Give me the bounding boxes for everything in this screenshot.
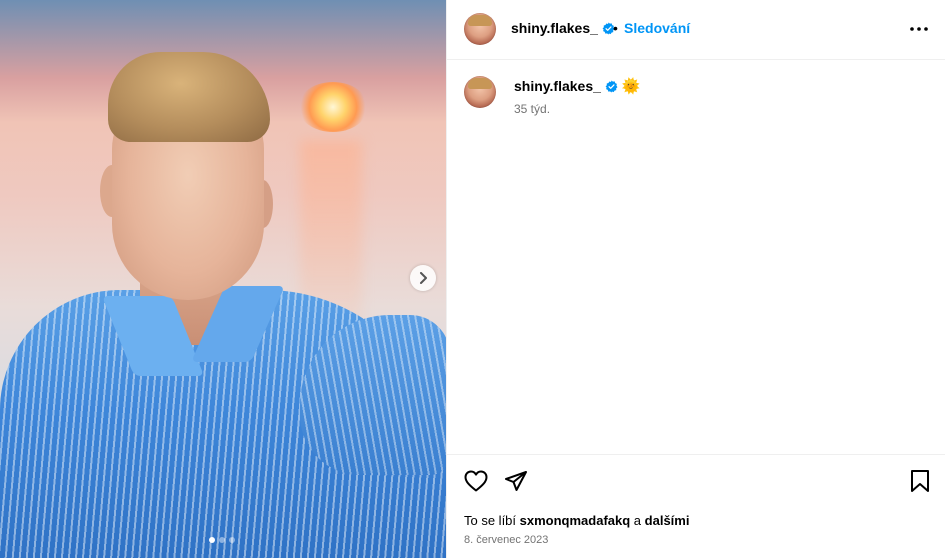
caption-line: shiny.flakes_ 🌞: [514, 78, 641, 94]
caption-time[interactable]: 35 týd.: [514, 102, 550, 116]
caption-username[interactable]: shiny.flakes_: [514, 78, 601, 94]
more-horizontal-icon: [910, 27, 928, 31]
save-button[interactable]: [908, 468, 932, 494]
post-viewer: shiny.flakes_ • Sledování shiny.flakes_: [0, 0, 945, 558]
heart-icon: [464, 470, 488, 492]
header-separator: •: [613, 20, 618, 36]
carousel-dot-2: [219, 537, 225, 543]
carousel-dot-3: [229, 537, 235, 543]
caption-avatar[interactable]: [464, 76, 496, 108]
likes-others-link[interactable]: dalšími: [645, 513, 690, 528]
paper-plane-icon: [505, 471, 527, 491]
follow-button[interactable]: Sledování: [624, 20, 690, 36]
sun-emoji-icon: 🌞: [621, 77, 641, 95]
header-username[interactable]: shiny.flakes_: [511, 20, 615, 36]
post-footer: To se líbí sxmonqmadafakq a dalšími 8. č…: [447, 454, 945, 559]
post-header: shiny.flakes_ • Sledování: [447, 0, 945, 60]
verified-badge-icon: [605, 80, 618, 92]
share-button[interactable]: [503, 468, 529, 494]
post-side-panel: shiny.flakes_ • Sledování shiny.flakes_: [446, 0, 945, 558]
likes-middle: a: [630, 513, 645, 528]
like-button[interactable]: [463, 468, 489, 494]
person-figure: [0, 0, 446, 558]
post-date[interactable]: 8. červenec 2023: [464, 534, 548, 546]
bookmark-icon: [911, 470, 929, 492]
likes-prefix: To se líbí: [464, 513, 520, 528]
header-username-text[interactable]: shiny.flakes_: [511, 20, 598, 36]
carousel-next-button[interactable]: [410, 265, 436, 291]
chevron-right-icon: [420, 272, 427, 284]
more-options-button[interactable]: [908, 19, 930, 39]
post-photo[interactable]: [0, 0, 446, 558]
carousel-dot-1: [209, 537, 215, 543]
avatar[interactable]: [464, 13, 496, 45]
carousel-dots: [209, 537, 235, 543]
likes-summary: To se líbí sxmonqmadafakq a dalšími: [464, 513, 689, 528]
hair: [108, 52, 270, 142]
liker-username[interactable]: sxmonqmadafakq: [520, 513, 631, 528]
